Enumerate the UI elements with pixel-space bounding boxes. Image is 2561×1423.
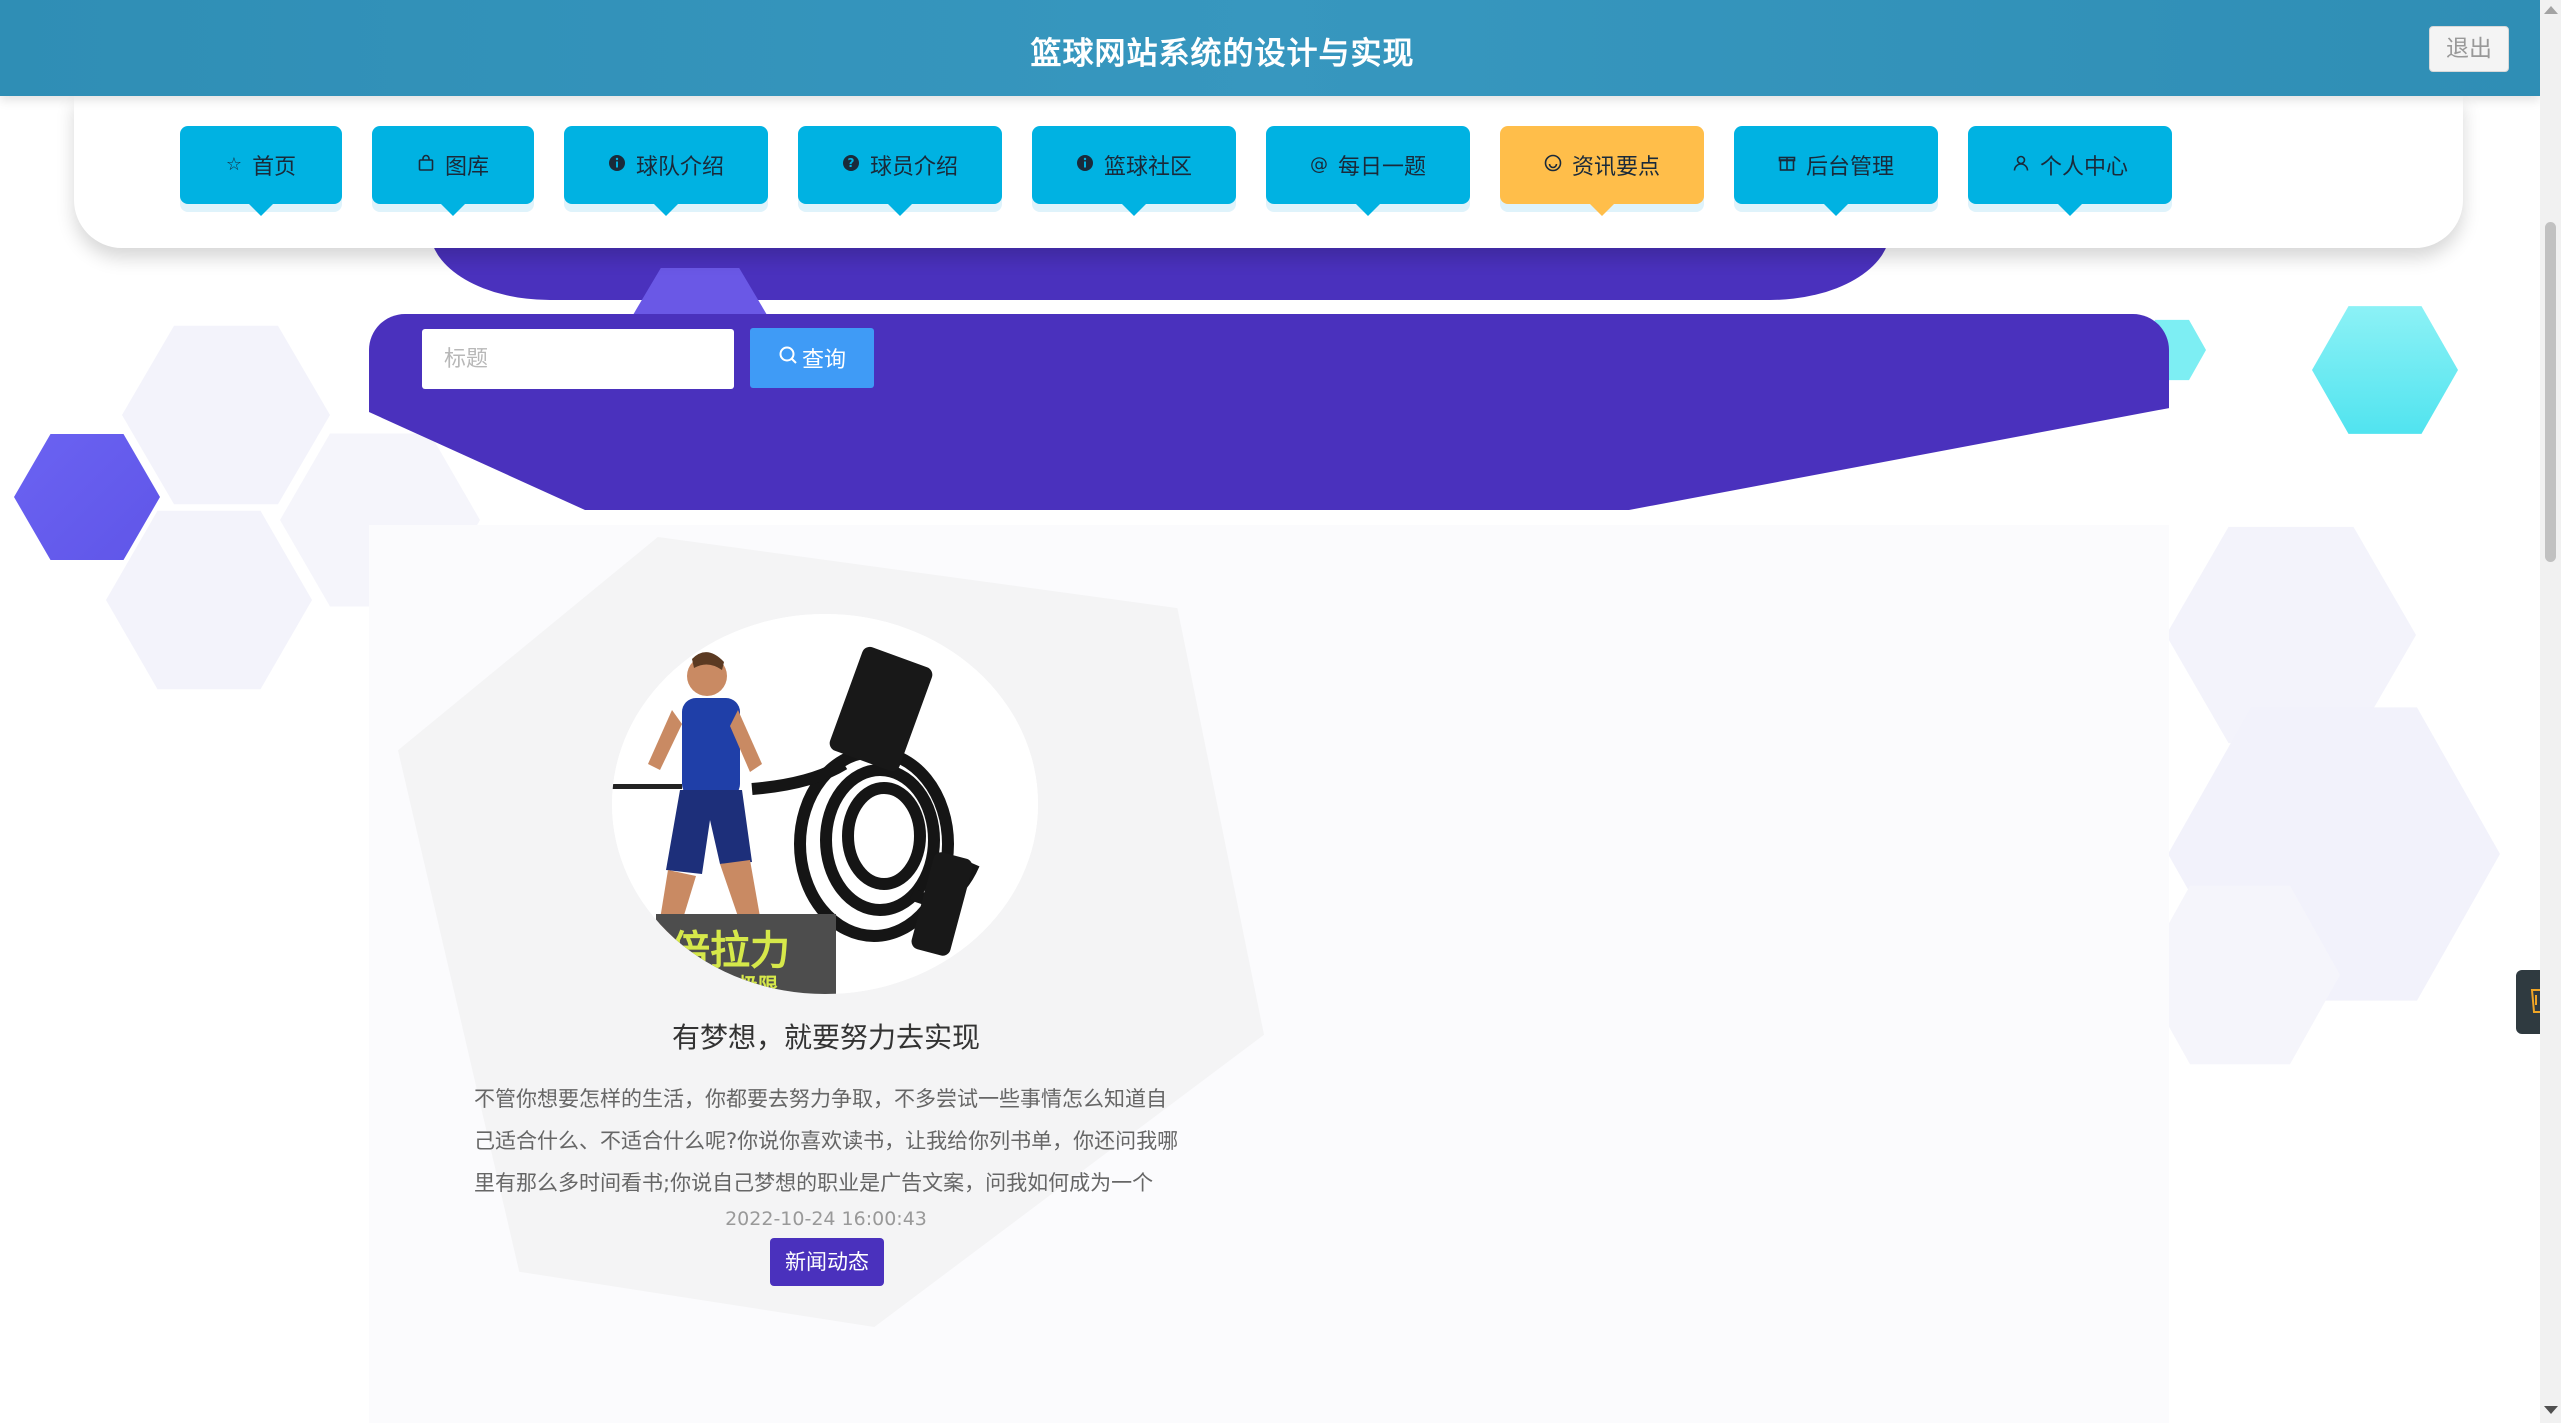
svg-text:?: ? [848, 156, 855, 170]
site-title: 篮球网站系统的设计与实现 [0, 28, 2445, 73]
page: 篮球网站系统的设计与实现 退出 ☆ 首页 图库 球队介绍 ? 球员介绍 [0, 0, 2561, 1423]
nav-item-label: 球队介绍 [636, 149, 724, 181]
search-button[interactable]: 查询 [750, 328, 874, 388]
nav-item-label: 个人中心 [2040, 149, 2128, 181]
nav-item-home[interactable]: ☆ 首页 [180, 126, 342, 204]
info-icon [608, 154, 626, 176]
nav-item-gallery[interactable]: 图库 [372, 126, 534, 204]
search-input[interactable] [422, 329, 734, 389]
header: 篮球网站系统的设计与实现 退出 [0, 0, 2540, 96]
info-icon [1076, 154, 1094, 176]
nav-item-label: 图库 [445, 149, 489, 181]
news-title[interactable]: 有梦想，就要努力去实现 [400, 1016, 1252, 1056]
scroll-down-icon[interactable] [2544, 1406, 2558, 1414]
nav-item-news[interactable]: 资讯要点 [1500, 126, 1704, 204]
scroll-up-icon[interactable] [2544, 6, 2558, 14]
question-icon: ? [842, 154, 860, 176]
decor-hexagon [2312, 302, 2458, 438]
user-icon [2012, 154, 2030, 176]
nav-item-label: 每日一题 [1338, 149, 1426, 181]
smile-icon [1544, 154, 1562, 176]
gift-icon [1778, 154, 1796, 176]
scrollbar[interactable] [2540, 0, 2561, 1423]
nav-item-daily-question[interactable]: @ 每日一题 [1266, 126, 1470, 204]
nav-item-players[interactable]: ? 球员介绍 [798, 126, 1002, 204]
nav-bar: ☆ 首页 图库 球队介绍 ? 球员介绍 篮球社区 [74, 96, 2463, 248]
nav-item-teams[interactable]: 球队介绍 [564, 126, 768, 204]
news-category-badge[interactable]: 新闻动态 [770, 1238, 884, 1286]
nav-item-label: 球员介绍 [870, 149, 958, 181]
news-summary: 不管你想要怎样的生活，你都要去努力争取，不多尝试一些事情怎么知道自己适合什么、不… [474, 1078, 1180, 1204]
at-icon: @ [1310, 156, 1328, 174]
nav-item-label: 后台管理 [1806, 149, 1894, 181]
nav-item-label: 首页 [252, 149, 296, 181]
news-time: 2022-10-24 16:00:43 [400, 1208, 1252, 1230]
decor-hexagon [122, 320, 330, 510]
nav-item-community[interactable]: 篮球社区 [1032, 126, 1236, 204]
decor-hexagon [14, 430, 160, 564]
search-icon [778, 345, 798, 371]
news-image[interactable]: 倍拉力 极限 [612, 614, 1038, 994]
search-button-label: 查询 [802, 342, 846, 374]
logout-button[interactable]: 退出 [2429, 26, 2509, 72]
scrollbar-thumb[interactable] [2545, 222, 2556, 562]
nav-item-label: 篮球社区 [1104, 149, 1192, 181]
nav-item-admin[interactable]: 后台管理 [1734, 126, 1938, 204]
bag-icon [417, 154, 435, 176]
nav-item-profile[interactable]: 个人中心 [1968, 126, 2172, 204]
nav-item-label: 资讯要点 [1572, 149, 1660, 181]
star-icon: ☆ [226, 156, 242, 174]
